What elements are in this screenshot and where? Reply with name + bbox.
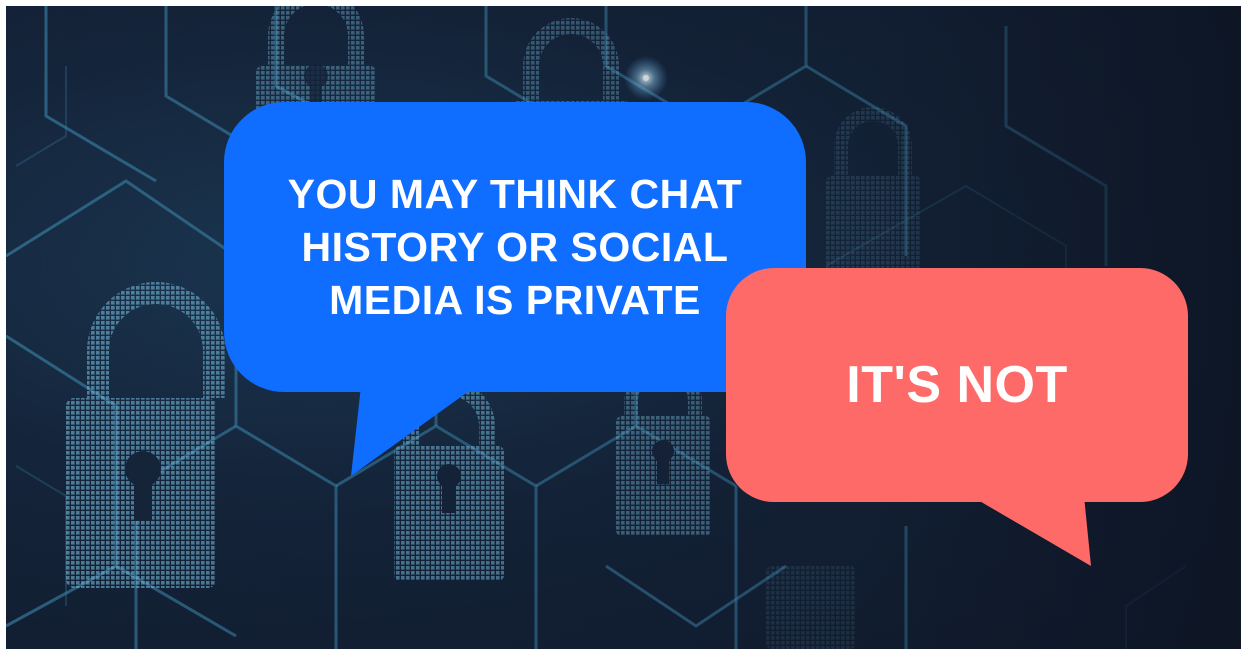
reply-text: IT'S NOT	[846, 356, 1068, 414]
graphic-frame: YOU MAY THINK CHAT HISTORY OR SOCIAL MED…	[6, 6, 1241, 649]
message-line: HISTORY OR SOCIAL	[301, 223, 729, 270]
speech-bubble-left-text: YOU MAY THINK CHAT HISTORY OR SOCIAL MED…	[224, 102, 806, 392]
speech-bubble-right-text: IT'S NOT	[726, 268, 1188, 502]
message-line: MEDIA IS PRIVATE	[329, 276, 701, 323]
message-line: YOU MAY THINK CHAT	[287, 170, 743, 217]
